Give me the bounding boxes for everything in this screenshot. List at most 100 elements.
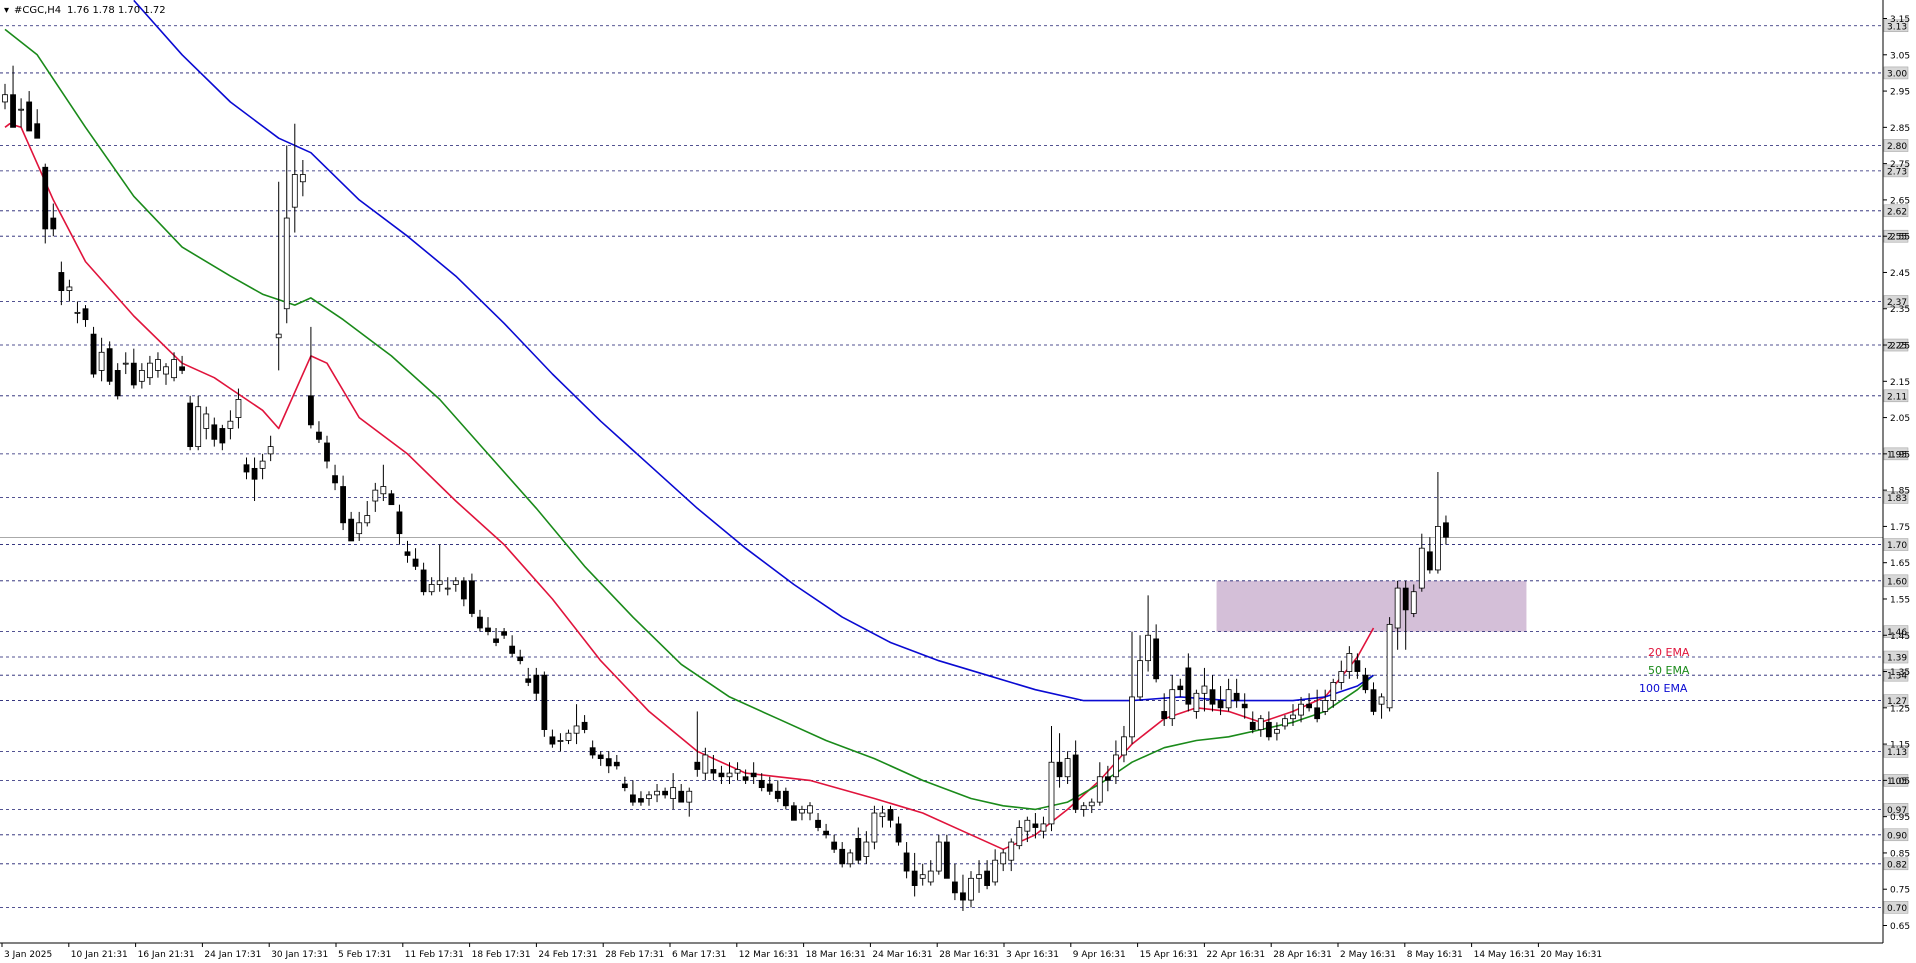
candle-bull — [1290, 714, 1296, 720]
candle-bear — [710, 769, 717, 774]
candle-bull — [935, 841, 942, 872]
time-tick-label: 30 Jan 17:31 — [271, 950, 328, 960]
price-tick-label: 1.15 — [1890, 741, 1910, 751]
candle-bull — [1121, 736, 1127, 756]
price-chart[interactable]: 3.133.002.802.732.622.552.372.252.111.95… — [0, 0, 1916, 963]
price-tick-label: 1.05 — [1890, 777, 1910, 787]
candle-bear — [952, 881, 958, 894]
price-tick-label: 2.65 — [1890, 196, 1910, 206]
candle-bear — [404, 551, 411, 556]
candle-bull — [2, 94, 8, 103]
candle-bull — [919, 874, 926, 879]
candle-bear — [887, 808, 894, 821]
level-label: 1.60 — [1887, 577, 1907, 587]
candle-bull — [171, 359, 177, 379]
candle-bull — [1064, 758, 1071, 778]
candle-bear — [1402, 587, 1409, 611]
candle-bear — [58, 272, 65, 292]
candle-bear — [26, 101, 33, 132]
time-tick-label: 18 Mar 16:31 — [806, 950, 866, 960]
candle-bull — [275, 333, 282, 339]
time-tick-label: 24 Feb 17:31 — [538, 950, 597, 960]
candle-bull — [565, 732, 572, 741]
price-tick-label: 1.45 — [1890, 632, 1910, 642]
candle-bull — [871, 812, 878, 843]
candle-bull — [557, 740, 564, 742]
time-tick-label: 6 Mar 17:31 — [672, 950, 726, 960]
candle-bear — [1104, 776, 1111, 781]
candle-bull — [992, 859, 999, 883]
candle-bull — [122, 362, 129, 365]
candle-bear — [839, 848, 846, 865]
candle-bull — [1410, 591, 1417, 614]
candle-bull — [1080, 805, 1087, 810]
price-tick-label: 2.25 — [1890, 342, 1910, 352]
candle-bull — [1048, 761, 1055, 825]
candle-bull — [227, 420, 234, 429]
candle-bear — [1362, 674, 1369, 691]
candle-bear — [219, 428, 226, 444]
candle-bear — [509, 645, 516, 654]
candle-bear — [605, 758, 612, 767]
candle-bull — [428, 584, 435, 593]
candle-bear — [1177, 685, 1184, 691]
candle-bear — [1185, 667, 1192, 705]
time-tick-label: 8 May 16:31 — [1407, 950, 1463, 960]
candle-bear — [517, 656, 524, 662]
level-label: 0.70 — [1887, 904, 1907, 914]
candle-bull — [807, 805, 813, 814]
price-tick-label: 0.65 — [1890, 922, 1910, 932]
price-tick-label: 3.15 — [1890, 15, 1910, 25]
time-tick-label: 20 May 16:31 — [1540, 950, 1602, 960]
price-tick-label: 1.55 — [1890, 595, 1910, 605]
time-tick-label: 14 May 16:31 — [1474, 950, 1536, 960]
candle-bear — [477, 616, 483, 629]
price-tick-label: 1.35 — [1890, 668, 1910, 678]
candle-bull — [163, 366, 169, 375]
candle-bear — [638, 798, 644, 803]
candle-bull — [1282, 718, 1288, 727]
time-tick-label: 3 Apr 16:31 — [1006, 950, 1059, 960]
level-label: 0.82 — [1887, 860, 1907, 870]
candle-bull — [18, 108, 25, 111]
candle-bear — [678, 790, 685, 803]
candle-bull — [1096, 776, 1103, 803]
candle-bull — [976, 874, 982, 879]
candle-bull — [670, 787, 677, 799]
candle-bear — [855, 838, 862, 861]
candle-bear — [662, 790, 668, 796]
candle-bear — [1314, 707, 1321, 720]
time-tick-label: 28 Feb 17:31 — [605, 950, 664, 960]
header-ohlc: 1.76 1.78 1.70 1.72 — [67, 5, 166, 16]
candle-bear — [613, 761, 620, 767]
candle-bear — [1217, 700, 1224, 709]
time-tick-label: 28 Mar 16:31 — [939, 950, 999, 960]
level-label: 0.90 — [1887, 831, 1907, 841]
candle-bear — [823, 830, 829, 836]
candle-bull — [1338, 671, 1345, 683]
time-tick-label: 2 May 16:31 — [1340, 950, 1396, 960]
candle-bear — [324, 442, 330, 462]
time-tick-label: 16 Jan 21:31 — [138, 950, 195, 960]
candle-bull — [146, 362, 153, 379]
candle-bear — [831, 841, 838, 850]
candle-bull — [66, 286, 73, 292]
level-label: 1.70 — [1887, 541, 1907, 551]
level-label: 2.62 — [1887, 207, 1907, 217]
candle-bull — [1298, 703, 1304, 716]
price-tick-label: 0.85 — [1890, 849, 1910, 859]
candle-bull — [1330, 682, 1337, 701]
candle-bull — [380, 486, 387, 495]
candle-bull — [372, 489, 379, 502]
candle-bear — [316, 431, 322, 440]
candle-bull — [291, 174, 298, 208]
price-tick-label: 1.75 — [1890, 523, 1910, 533]
candle-bear — [485, 627, 491, 633]
price-tick-label: 2.15 — [1890, 378, 1910, 388]
candle-bull — [1016, 827, 1023, 847]
level-label: 2.11 — [1887, 392, 1907, 402]
time-tick-label: 22 Apr 16:31 — [1206, 950, 1265, 960]
time-tick-label: 15 Apr 16:31 — [1140, 950, 1199, 960]
candle-bear — [1072, 754, 1079, 810]
price-tick-label: 2.85 — [1890, 124, 1910, 134]
